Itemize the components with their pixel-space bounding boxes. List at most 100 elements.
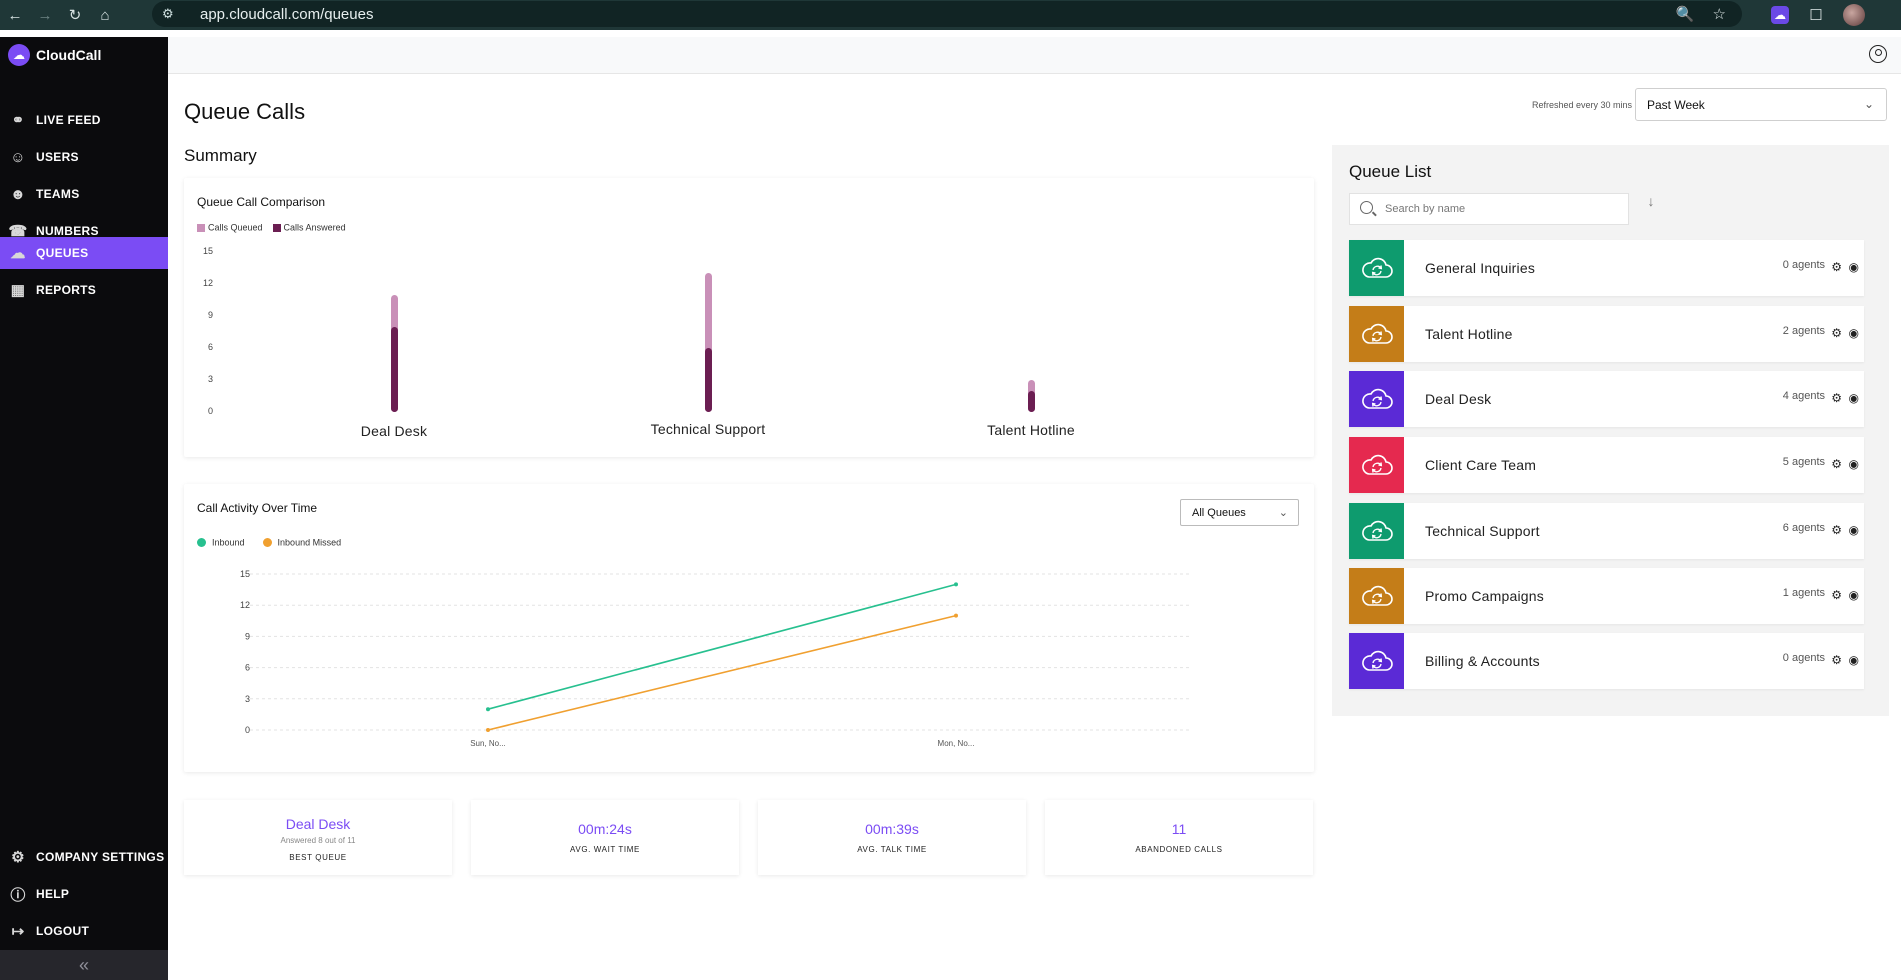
sidebar-item-live-feed[interactable]: ⚭ LIVE FEED xyxy=(0,104,168,136)
legend-swatch xyxy=(272,223,281,232)
sidebar-item-queues[interactable]: ☁ QUEUES xyxy=(0,237,168,269)
y-tick-label: 6 xyxy=(245,663,250,673)
gear-icon[interactable]: ⚙ xyxy=(1831,653,1842,667)
queue-row-deal-desk[interactable]: Deal Desk 4 agents ⚙ ◉ xyxy=(1349,371,1864,427)
line-chart: 0 3 6 9 12 15 Sun, No... Mon, No... xyxy=(240,569,1190,748)
queue-row-client-care-team[interactable]: Client Care Team 5 agents ⚙ ◉ xyxy=(1349,437,1864,493)
account-icon[interactable] xyxy=(1869,45,1887,63)
eye-icon[interactable]: ◉ xyxy=(1849,523,1859,537)
x-category-label: Technical Support xyxy=(650,421,766,437)
queue-filter-select[interactable]: All Queues ⌄ xyxy=(1180,499,1299,526)
data-point[interactable] xyxy=(486,707,490,712)
sidebar-item-users[interactable]: ☺ USERS xyxy=(0,141,168,173)
eye-icon[interactable]: ◉ xyxy=(1849,653,1859,667)
queue-row-billing-accounts[interactable]: Billing & Accounts 0 agents ⚙ ◉ xyxy=(1349,633,1864,689)
eye-icon[interactable]: ◉ xyxy=(1849,260,1859,274)
bar-calls-answered[interactable] xyxy=(1027,390,1035,412)
reload-icon[interactable]: ↻ xyxy=(60,0,90,30)
home-icon[interactable]: ⌂ xyxy=(90,0,120,30)
queue-row-general-inquiries[interactable]: General Inquiries 0 agents ⚙ ◉ xyxy=(1349,240,1864,296)
stat-sub: Answered 8 out of 11 xyxy=(280,836,356,845)
brand-logo[interactable]: ☁ CloudCall xyxy=(8,44,101,66)
cloud-sync-icon xyxy=(1349,306,1404,362)
queue-row-promo-campaigns[interactable]: Promo Campaigns 1 agents ⚙ ◉ xyxy=(1349,568,1864,624)
y-tick-label: 0 xyxy=(207,406,213,416)
queue-list-panel: Queue List Search by name ↓ General Inqu… xyxy=(1332,145,1889,716)
cloud-logo-icon: ☁ xyxy=(8,44,30,66)
queue-agents: 0 agents xyxy=(1782,652,1825,664)
cloud-sync-icon xyxy=(1349,437,1404,493)
logout-icon: ↦ xyxy=(11,923,25,940)
sidebar-item-help[interactable]: ⓘ HELP xyxy=(0,878,168,910)
search-icon xyxy=(1360,201,1373,214)
double-chevron-left-icon: « xyxy=(78,954,89,975)
sidebar-item-reports[interactable]: ▦ REPORTS xyxy=(0,274,168,306)
reports-icon: ▦ xyxy=(10,282,26,299)
gear-icon: ⚙ xyxy=(11,849,25,866)
sort-arrow-down-icon[interactable]: ↓ xyxy=(1641,193,1661,213)
extension-icon[interactable]: ☁ xyxy=(1771,6,1789,24)
y-tick-label: 15 xyxy=(202,246,213,256)
collapse-sidebar-button[interactable]: « xyxy=(0,950,168,980)
zoom-icon[interactable]: 🔍 xyxy=(1676,5,1695,23)
bar-calls-answered[interactable] xyxy=(704,348,712,412)
x-tick-label: Sun, No... xyxy=(470,739,506,748)
gear-icon[interactable]: ⚙ xyxy=(1831,588,1842,602)
sidebar-item-company-settings[interactable]: ⚙ COMPANY SETTINGS xyxy=(0,841,168,873)
stat-card-avg-talk-time: 00m:39s AVG. TALK TIME xyxy=(758,800,1026,875)
cloud-sync-icon xyxy=(1349,503,1404,559)
eye-icon[interactable]: ◉ xyxy=(1849,588,1859,602)
sidebar-item-label: LIVE FEED xyxy=(36,113,101,127)
data-point[interactable] xyxy=(954,613,958,618)
profile-avatar[interactable] xyxy=(1843,4,1865,26)
back-icon[interactable]: ← xyxy=(0,0,30,30)
queue-agents: 6 agents xyxy=(1782,522,1825,534)
period-select[interactable]: Past Week ⌄ xyxy=(1635,88,1887,121)
queue-row-talent-hotline[interactable]: Talent Hotline 2 agents ⚙ ◉ xyxy=(1349,306,1864,362)
user-icon: ☺ xyxy=(10,148,26,166)
data-point[interactable] xyxy=(486,728,490,732)
cloud-sync-icon xyxy=(1349,240,1404,296)
stat-label: AVG. TALK TIME xyxy=(857,845,927,854)
sidebar-item-teams[interactable]: ☻ TEAMS xyxy=(0,178,168,210)
data-point[interactable] xyxy=(954,582,958,587)
site-settings-icon[interactable]: ⚙ xyxy=(162,6,188,22)
cloud-queue-icon: ☁ xyxy=(10,245,26,262)
queue-name: Client Care Team xyxy=(1425,457,1537,473)
y-tick-label: 0 xyxy=(245,725,250,735)
queue-filter-value: All Queues xyxy=(1192,506,1246,519)
series-line-inbound xyxy=(487,583,957,710)
sidebar-item-label: HELP xyxy=(36,887,70,901)
queue-list-title: Queue List xyxy=(1349,162,1432,181)
legend-item-calls-answered[interactable]: Calls Answered xyxy=(272,222,346,233)
eye-icon[interactable]: ◉ xyxy=(1849,326,1859,340)
call-activity-card: Call Activity Over Time Inbound Inbound … xyxy=(184,484,1314,772)
gear-icon[interactable]: ⚙ xyxy=(1831,326,1842,340)
y-tick-label: 9 xyxy=(207,310,213,320)
forward-icon[interactable]: → xyxy=(30,0,60,30)
address-bar[interactable]: ⚙ app.cloudcall.com/queues 🔍 ☆ xyxy=(152,1,1742,27)
gear-icon[interactable]: ⚙ xyxy=(1831,260,1842,274)
stat-label: ABANDONED CALLS xyxy=(1135,845,1223,854)
sidebar-item-logout[interactable]: ↦ LOGOUT xyxy=(0,915,168,947)
queue-row-technical-support[interactable]: Technical Support 6 agents ⚙ ◉ xyxy=(1349,503,1864,559)
stat-label: BEST QUEUE xyxy=(289,853,347,862)
gear-icon[interactable]: ⚙ xyxy=(1831,457,1842,471)
y-tick-label: 3 xyxy=(245,694,250,704)
y-tick-label: 12 xyxy=(240,600,250,610)
gear-icon[interactable]: ⚙ xyxy=(1831,523,1842,537)
y-tick-label: 15 xyxy=(240,569,250,579)
bookmark-star-icon[interactable]: ☆ xyxy=(1713,5,1726,23)
team-icon: ☻ xyxy=(9,185,27,203)
bar-calls-answered[interactable] xyxy=(390,326,398,412)
legend-item-calls-queued[interactable]: Calls Queued xyxy=(197,222,263,233)
puzzle-icon[interactable]: ☐ xyxy=(1807,6,1825,24)
eye-icon[interactable]: ◉ xyxy=(1849,391,1859,405)
sidebar-item-label: REPORTS xyxy=(36,283,97,297)
sidebar-item-label: TEAMS xyxy=(36,187,80,201)
eye-icon[interactable]: ◉ xyxy=(1849,457,1859,471)
stat-card-abandoned-calls: 11 ABANDONED CALLS xyxy=(1045,800,1313,875)
search-input[interactable]: Search by name xyxy=(1349,193,1629,225)
gear-icon[interactable]: ⚙ xyxy=(1831,391,1842,405)
queue-name: General Inquiries xyxy=(1425,260,1536,276)
